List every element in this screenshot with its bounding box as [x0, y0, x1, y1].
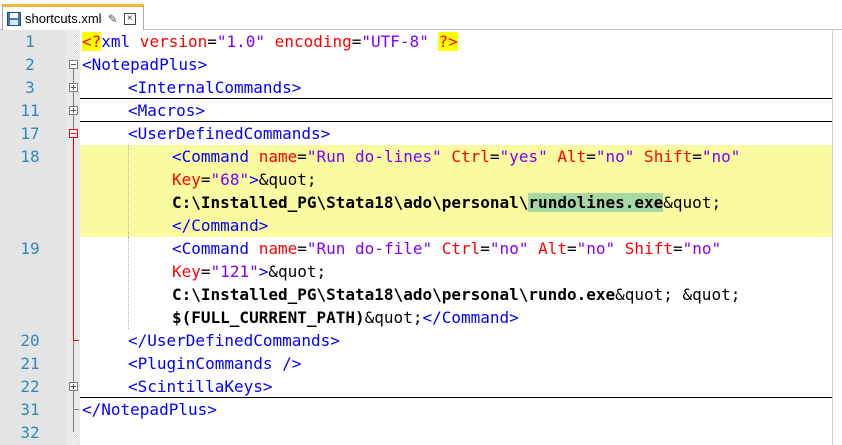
editor[interactable]: 1 <?xml version="1.0" encoding="UTF-8" ?… [0, 30, 842, 445]
line-number: 21 [20, 354, 40, 373]
line-number: 31 [20, 400, 40, 419]
line-number: 18 [20, 147, 40, 166]
line-text: <UserDefinedCommands> [128, 124, 331, 143]
code-line-3[interactable]: 3 <InternalCommands> [0, 76, 842, 99]
line-text: <ScintillaKeys> [128, 377, 273, 396]
line-text: </Command> [172, 216, 269, 235]
line-text: C:\Installed_PG\Stata18\ado\personal\run… [172, 285, 741, 304]
line-text: <?xml version="1.0" encoding="UTF-8" ?> [82, 32, 458, 51]
code-line-20[interactable]: 20 </UserDefinedCommands> [0, 329, 842, 352]
fold-end-marker [73, 340, 79, 341]
line-text: <NotepadPlus> [82, 55, 208, 74]
line-text: Key="121">&quot; [172, 262, 327, 281]
line-text: <Macros> [128, 101, 206, 120]
pin-icon[interactable]: ✎ [108, 12, 118, 26]
fold-collapse-icon[interactable] [69, 129, 78, 138]
code-line-2[interactable]: 2 <NotepadPlus> [0, 53, 842, 76]
fold-expand-icon[interactable] [69, 83, 78, 92]
line-text: </NotepadPlus> [82, 400, 217, 419]
fold-end-marker [73, 409, 79, 410]
code-line-11[interactable]: 11 <Macros> [0, 99, 842, 122]
fold-toggle-icon[interactable] [69, 60, 78, 69]
code-line-19[interactable]: 19 <Command name="Run do-file" Ctrl="no"… [0, 237, 842, 260]
code-line-22[interactable]: 22 <ScintillaKeys> [0, 375, 842, 398]
code-line-19-wrap-3[interactable]: $(FULL_CURRENT_PATH)&quot;</Command> [0, 306, 842, 329]
line-number: 1 [25, 32, 35, 51]
line-text: <InternalCommands> [128, 78, 302, 97]
line-number: 2 [25, 55, 35, 74]
floppy-disk-icon [7, 11, 21, 26]
code-line-18-wrap-2[interactable]: C:\Installed_PG\Stata18\ado\personal\run… [0, 191, 842, 214]
line-number: 22 [20, 377, 40, 396]
line-text: <Command name="Run do-file" Ctrl="no" Al… [172, 239, 722, 258]
fold-expand-icon[interactable] [69, 106, 78, 115]
smart-highlight: rundolines.exe [528, 193, 664, 212]
line-text: <Command name="Run do-lines" Ctrl="yes" … [172, 147, 741, 166]
code-line-32[interactable]: 32 [0, 421, 842, 444]
code-line-19-wrap-1[interactable]: Key="121">&quot; [0, 260, 842, 283]
line-number: 17 [20, 124, 40, 143]
tab-shortcuts-xml[interactable]: shortcuts.xml ✎ × [2, 4, 144, 30]
code-line-18-wrap-3[interactable]: </Command> [0, 214, 842, 237]
code-line-21[interactable]: 21 <PluginCommands /> [0, 352, 842, 375]
line-text: <PluginCommands /> [128, 354, 302, 373]
line-text: </UserDefinedCommands> [128, 331, 340, 350]
code-line-18[interactable]: 18 <Command name="Run do-lines" Ctrl="ye… [0, 145, 842, 168]
code-line-18-wrap-1[interactable]: Key="68">&quot; [0, 168, 842, 191]
line-text: $(FULL_CURRENT_PATH)&quot;</Command> [172, 308, 519, 327]
tab-bar: shortcuts.xml ✎ × [0, 0, 842, 30]
line-text: C:\Installed_PG\Stata18\ado\personal\run… [172, 193, 722, 212]
line-number: 20 [20, 331, 40, 350]
code-line-19-wrap-2[interactable]: C:\Installed_PG\Stata18\ado\personal\run… [0, 283, 842, 306]
line-text: Key="68">&quot; [172, 170, 317, 189]
code-line-1[interactable]: 1 <?xml version="1.0" encoding="UTF-8" ?… [0, 30, 842, 53]
code-line-17[interactable]: 17 <UserDefinedCommands> [0, 122, 842, 145]
close-icon[interactable]: × [123, 12, 136, 25]
line-number: 11 [20, 101, 40, 120]
fold-expand-icon[interactable] [69, 382, 78, 391]
line-number: 19 [20, 239, 40, 258]
code-line-31[interactable]: 31 </NotepadPlus> [0, 398, 842, 421]
line-number: 3 [25, 78, 35, 97]
tab-filename: shortcuts.xml [25, 11, 102, 26]
line-number: 32 [20, 423, 40, 442]
